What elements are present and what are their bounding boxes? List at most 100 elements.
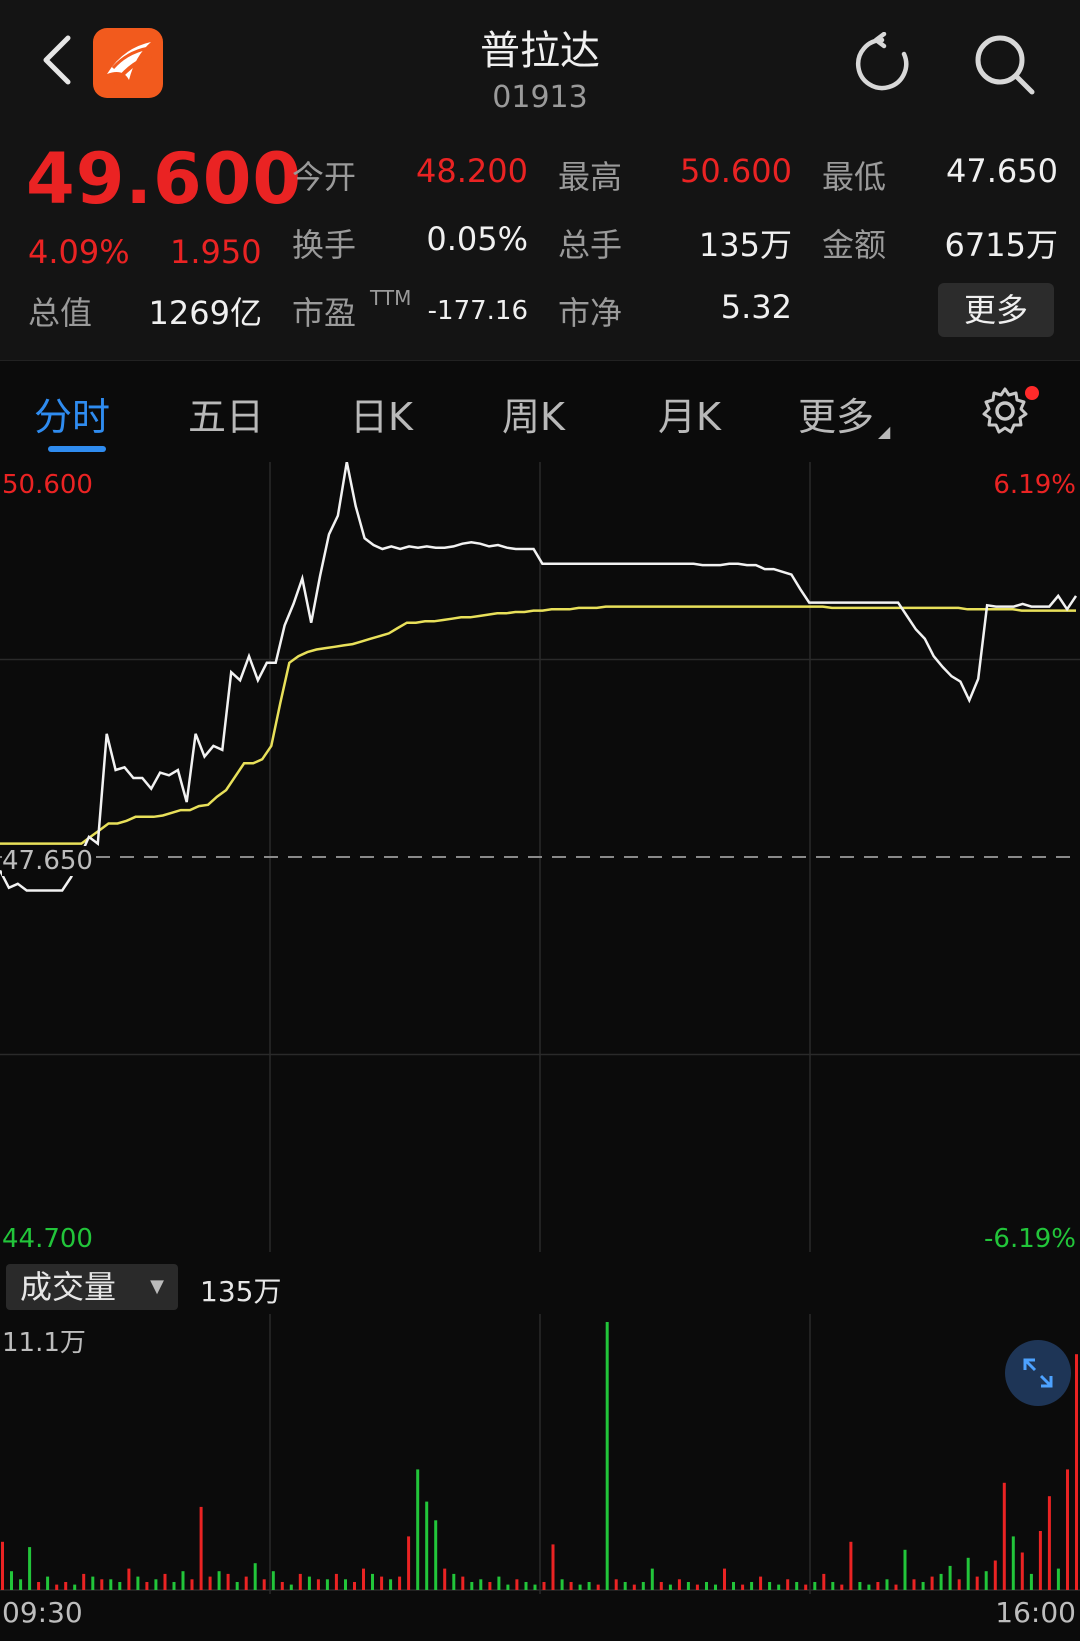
volume-bar: [768, 1582, 772, 1590]
volume-bar: [46, 1576, 50, 1590]
volume-grid: [0, 1314, 1080, 1594]
volume-bar: [289, 1584, 293, 1590]
change-amount: 1.950: [170, 233, 262, 271]
volume-bar: [136, 1576, 140, 1590]
volume-bar: [380, 1576, 384, 1590]
chart-tabs: 分时 五日 日K 周K 月K 更多 ◢: [0, 362, 1080, 462]
volume-bar: [1066, 1469, 1069, 1590]
volume-bar: [659, 1582, 663, 1590]
volume-bar: [759, 1576, 763, 1590]
volume-bar: [795, 1582, 799, 1590]
volume-bar: [732, 1582, 735, 1590]
volume-bar: [677, 1579, 681, 1590]
label-volume: 总手: [558, 226, 623, 264]
volume-bar: [1, 1541, 4, 1590]
volume-bar: [316, 1579, 320, 1590]
refresh-icon[interactable]: [850, 32, 914, 96]
tab-more-label: 更多: [798, 395, 875, 439]
volume-bar: [244, 1576, 248, 1590]
intraday-chart[interactable]: [0, 462, 1080, 1262]
volume-bar: [208, 1576, 212, 1590]
volume-bar: [714, 1584, 717, 1590]
volume-bar: [560, 1579, 564, 1590]
volume-bar: [199, 1506, 203, 1590]
tab-more[interactable]: 更多 ◢: [798, 386, 890, 441]
active-tab-underline: [48, 446, 106, 452]
volume-bar: [569, 1582, 573, 1590]
volume-bar: [280, 1582, 284, 1590]
expand-chart-button[interactable]: [1005, 1340, 1071, 1406]
value-market-cap: 1269亿: [148, 294, 262, 332]
volume-bar: [389, 1579, 393, 1590]
volume-bar: [786, 1579, 790, 1590]
notification-dot: [1025, 386, 1039, 400]
value-amount: 6715万: [944, 226, 1058, 264]
volume-bar: [127, 1568, 131, 1590]
volume-bar: [1029, 1573, 1033, 1590]
volume-bar: [19, 1579, 23, 1590]
triangle-down-icon: ◢: [878, 422, 891, 441]
dropdown-arrow-icon: ▼: [150, 1276, 164, 1297]
volume-bar: [551, 1544, 555, 1590]
volume-bar: [930, 1576, 934, 1590]
volume-bar: [957, 1579, 961, 1590]
volume-bar: [1075, 1354, 1078, 1590]
volume-bar: [686, 1582, 690, 1590]
volume-bar: [271, 1571, 275, 1590]
volume-bar: [750, 1582, 754, 1590]
volume-bar: [849, 1541, 853, 1590]
volume-bar: [470, 1582, 474, 1590]
y-min-label: 44.700: [2, 1224, 93, 1254]
volume-bar: [1020, 1552, 1024, 1590]
volume-bar: [831, 1582, 835, 1590]
tab-daily-k[interactable]: 日K: [350, 386, 413, 441]
more-button[interactable]: 更多: [938, 283, 1054, 337]
volume-bar: [975, 1576, 979, 1590]
volume-bar: [37, 1582, 41, 1590]
label-pb: 市净: [558, 294, 623, 332]
volume-bar: [64, 1582, 68, 1590]
volume-bar: [262, 1579, 266, 1590]
volume-bar: [903, 1549, 907, 1590]
volume-bar: [10, 1571, 13, 1590]
volume-chart[interactable]: [0, 1314, 1080, 1594]
volume-bar: [172, 1582, 176, 1590]
volume-bar: [858, 1582, 862, 1590]
app-logo-icon: [93, 28, 163, 98]
label-pe: 市盈: [292, 294, 357, 332]
volume-header: 成交量 ▼ 135万: [0, 1262, 1080, 1314]
volume-bar: [226, 1573, 230, 1590]
search-icon[interactable]: [970, 30, 1038, 98]
y-max-label: 50.600: [2, 470, 93, 500]
tab-five-day[interactable]: 五日: [188, 386, 264, 441]
label-market-cap: 总值: [28, 294, 93, 332]
last-price: 49.600: [26, 138, 303, 220]
value-pb: 5.32: [720, 288, 792, 326]
volume-bar: [82, 1573, 86, 1590]
settings-gear-icon[interactable]: [978, 384, 1032, 438]
price-line: [0, 462, 1078, 892]
indicator-dropdown[interactable]: 成交量 ▼: [6, 1264, 178, 1310]
label-high: 最高: [558, 158, 623, 196]
average-price-line: [0, 605, 1076, 845]
label-low: 最低: [822, 158, 887, 196]
label-open: 今开: [292, 158, 357, 196]
tab-weekly-k[interactable]: 周K: [502, 386, 565, 441]
volume-bar: [398, 1576, 402, 1590]
volume-bar: [181, 1571, 185, 1590]
value-low: 47.650: [946, 152, 1058, 190]
tab-monthly-k[interactable]: 月K: [658, 386, 721, 441]
tab-intraday[interactable]: 分时: [34, 386, 110, 441]
time-end-label: 16:00: [995, 1596, 1076, 1629]
volume-bar: [190, 1579, 194, 1590]
back-arrow-icon[interactable]: [36, 30, 76, 90]
pct-min-label: -6.19%: [984, 1224, 1076, 1254]
volume-bar: [416, 1469, 420, 1590]
volume-bar: [362, 1568, 365, 1590]
volume-bar: [154, 1579, 158, 1590]
volume-bar: [524, 1582, 528, 1590]
volume-bar: [1038, 1531, 1042, 1590]
volume-bar: [307, 1576, 311, 1590]
volume-bar: [533, 1584, 537, 1590]
volume-bar: [596, 1584, 600, 1590]
